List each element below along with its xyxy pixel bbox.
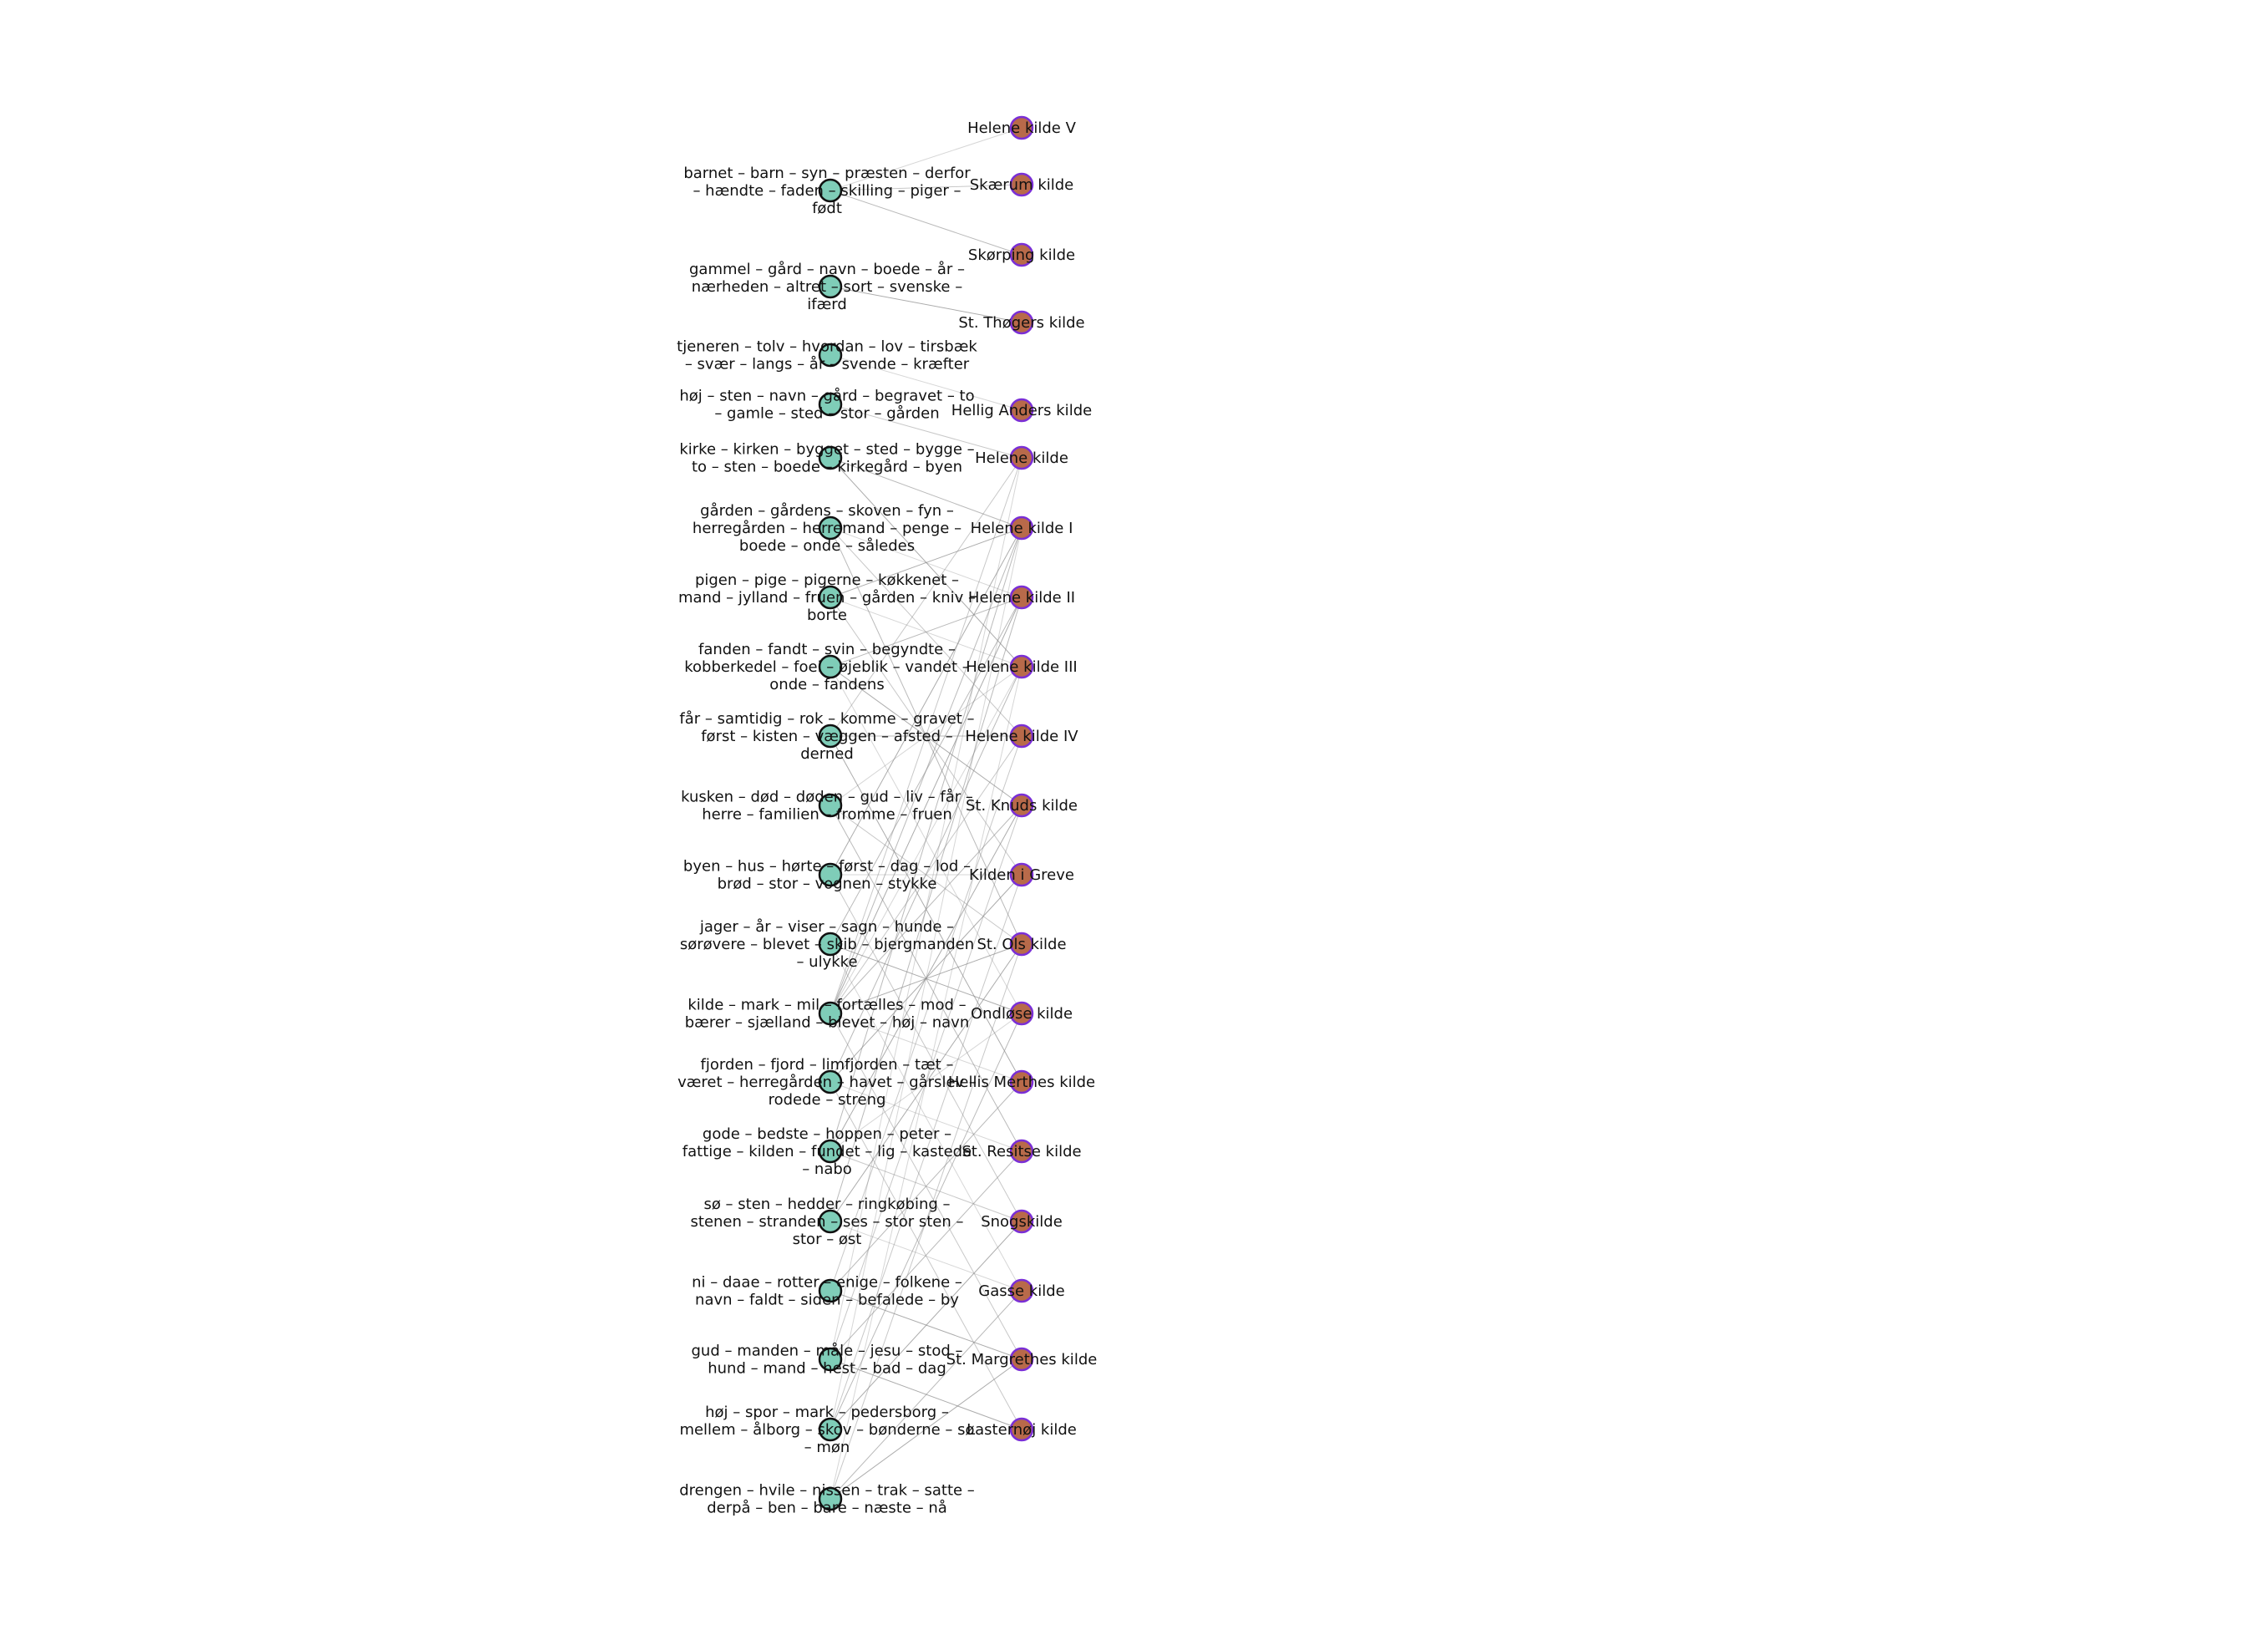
topic-label-line: bærer – sjælland – blevet – høj – navn [685,1014,969,1032]
topic-label-line: får – samtidig – rok – komme – gravet – [679,710,974,728]
topic-label-t10: kusken – død – døden – gud – liv – får –… [681,789,973,824]
topic-label-line: høj – spor – mark – pedersborg – [705,1404,949,1421]
topic-label-line: herregården – herremand – penge – [693,520,961,537]
topic-label-line: kobberkedel – foei – øjeblik – vandet – [684,658,970,676]
topic-label-t13: kilde – mark – mil – fortælles – mod – bæ… [685,997,969,1032]
topic-label-line: nærheden – altret – sort – svenske – [692,278,962,296]
topic-label-t5: kirke – kirken – bygget – sted – bygge –… [679,441,974,476]
topic-label-t16: sø – sten – hedder – ringkøbing – stenen … [691,1196,964,1248]
topic-label-line: kusken – død – døden – gud – liv – får – [681,789,973,806]
source-label-s15: Hellis Merthes kilde [948,1074,1095,1091]
topic-label-t20: drengen – hvile – nissen – trak – satte … [679,1482,975,1517]
topic-label-line: – gamle – sted – stor – gården [714,405,939,423]
edge-t17-s15 [830,1081,1022,1292]
topic-label-line: først – kisten – væggen – afsted – [701,728,953,745]
topic-label-line: – ulykke [796,953,857,971]
topic-label-t1: barnet – barn – syn – præsten – derfor – … [683,165,971,217]
topic-label-line: barnet – barn – syn – præsten – derfor [683,165,971,182]
source-label-s10: Helene kilde IV [965,728,1078,745]
source-label-s19: St. Margrethes kilde [946,1351,1098,1368]
topic-nodes-layer [818,178,843,1511]
topic-label-line: stenen – stranden – ses – stor sten – [691,1213,964,1231]
topic-label-line: brød – stor – vognen – stykke [718,876,937,893]
topic-label-line: ifærd [807,296,847,313]
topic-label-line: gud – manden – måle – jesu – stod – [691,1343,962,1360]
topic-label-t19: høj – spor – mark – pedersborg – mellem –… [679,1404,974,1456]
topic-label-t7: pigen – pige – pigerne – køkkenet – mand … [678,571,976,624]
topic-label-line: høj – sten – navn – gård – begravet – to [679,388,974,405]
topic-label-line: gården – gårdens – skoven – fyn – [700,502,954,520]
edge-t20-s18 [830,1290,1022,1500]
source-label-s17: Snogskilde [981,1213,1063,1231]
topic-label-line: været – herregården – havet – gårslev – [677,1074,977,1091]
topic-label-line: ni – daae – rotter – enige – folkene – [692,1274,962,1292]
topic-label-line: kirke – kirken – bygget – sted – bygge – [679,441,974,459]
source-label-s2: Skærum kilde [970,176,1074,194]
topic-label-line: drengen – hvile – nissen – trak – satte … [679,1482,975,1500]
topic-label-line: – hændte – faden – skilling – piger – [693,182,961,200]
topic-label-line: sø – sten – hedder – ringkøbing – [703,1196,950,1213]
network-graph: barnet – barn – syn – præsten – derfor – … [677,115,1097,1517]
labels-layer: barnet – barn – syn – præsten – derfor – … [677,119,1097,1517]
topic-label-t11: byen – hus – hørte – først – dag – lod –… [683,858,971,893]
source-label-s7: Helene kilde I [971,520,1073,537]
topic-label-t2: gammel – gård – navn – boede – år – nærhe… [689,261,965,313]
topic-label-line: – nabo [802,1160,852,1178]
edge-t1-s3 [830,190,1022,256]
topic-label-line: byen – hus – hørte – først – dag – lod – [683,858,971,876]
topic-label-line: derned [800,745,854,763]
source-label-s8: Helene kilde II [968,589,1075,607]
topic-label-line: født [812,200,842,217]
topic-label-line: fanden – fandt – svin – begyndte – [698,641,956,658]
source-label-s13: St. Ols kilde [977,936,1066,953]
topic-label-line: hund – mand – hest – bad – dag [708,1360,946,1378]
topic-label-line: rodede – streng [769,1091,886,1109]
topic-label-t18: gud – manden – måle – jesu – stod – hund … [691,1343,962,1378]
topic-label-t15: gode – bedste – hoppen – peter – fattige … [682,1125,972,1178]
topic-label-line: derpå – ben – bare – næste – nå [707,1500,947,1517]
source-label-s18: Gasse kilde [978,1282,1064,1300]
topic-label-t12: jager – år – viser – sagn – hunde – sørøv… [680,918,974,971]
source-label-s11: St. Knuds kilde [966,797,1078,815]
topic-label-line: kilde – mark – mil – fortælles – mod – [688,997,966,1014]
topic-label-t4: høj – sten – navn – gård – begravet – to… [679,388,974,423]
topic-label-t8: fanden – fandt – svin – begyndte – kobber… [684,641,970,693]
source-label-s16: St. Resitse kilde [961,1143,1081,1160]
topic-label-line: stor – øst [793,1231,862,1248]
topic-label-line: tjeneren – tolv – hvordan – lov – tirsbæ… [677,338,977,356]
topic-label-line: to – sten – boede – kirkegård – byen [692,459,962,476]
topic-label-line: jager – år – viser – sagn – hunde – [699,918,954,936]
topic-label-t6: gården – gårdens – skoven – fyn – herregå… [693,502,961,555]
topic-label-line: boede – onde – således [739,537,915,555]
topic-label-line: fjorden – fjord – limfjorden – tæt – [701,1056,954,1074]
source-label-s20: Lasternøj kilde [967,1421,1077,1439]
topic-label-t17: ni – daae – rotter – enige – folkene – na… [692,1274,962,1309]
topic-label-t9: får – samtidig – rok – komme – gravet – f… [679,710,974,763]
source-label-s6: Helene kilde [975,449,1068,467]
topic-label-line: borte [807,607,847,624]
source-label-s3: Skørping kilde [968,246,1075,264]
topic-label-t14: fjorden – fjord – limfjorden – tæt – være… [677,1056,977,1109]
topic-label-t3: tjeneren – tolv – hvordan – lov – tirsbæ… [677,338,977,373]
source-label-s14: Ondløse kilde [971,1005,1073,1023]
topic-label-line: onde – fandens [769,676,884,693]
edge-t19-s17 [830,1221,1022,1430]
topic-label-line: mand – jylland – fruen – gården – kniv – [678,589,976,607]
topic-label-line: sørøvere – blevet – skib – bjergmanden [680,936,974,953]
source-label-s5: Hellig Anders kilde [951,402,1092,419]
source-label-s12: Kilden i Greve [969,866,1074,884]
topic-label-line: mellem – ålborg – skov – bønderne – sø [679,1421,974,1439]
source-label-s4: St. Thøgers kilde [958,314,1084,332]
source-label-s1: Helene kilde V [967,119,1077,137]
topic-label-line: – svær – langs – år – svende – kræfter [685,356,970,373]
source-label-s9: Helene kilde III [966,658,1077,676]
topic-label-line: gode – bedste – hoppen – peter – [703,1125,951,1143]
topic-label-line: fattige – kilden – fundet – lig – kasted… [682,1143,972,1160]
topic-label-line: herre – familien – fromme – fruen [702,806,952,824]
edge-t18-s16 [830,1150,1022,1360]
topic-label-line: – møn [804,1439,850,1456]
topic-label-line: gammel – gård – navn – boede – år – [689,261,965,278]
topic-label-line: pigen – pige – pigerne – køkkenet – [695,571,959,589]
topic-label-line: navn – faldt – siden – befalede – by [695,1292,959,1309]
